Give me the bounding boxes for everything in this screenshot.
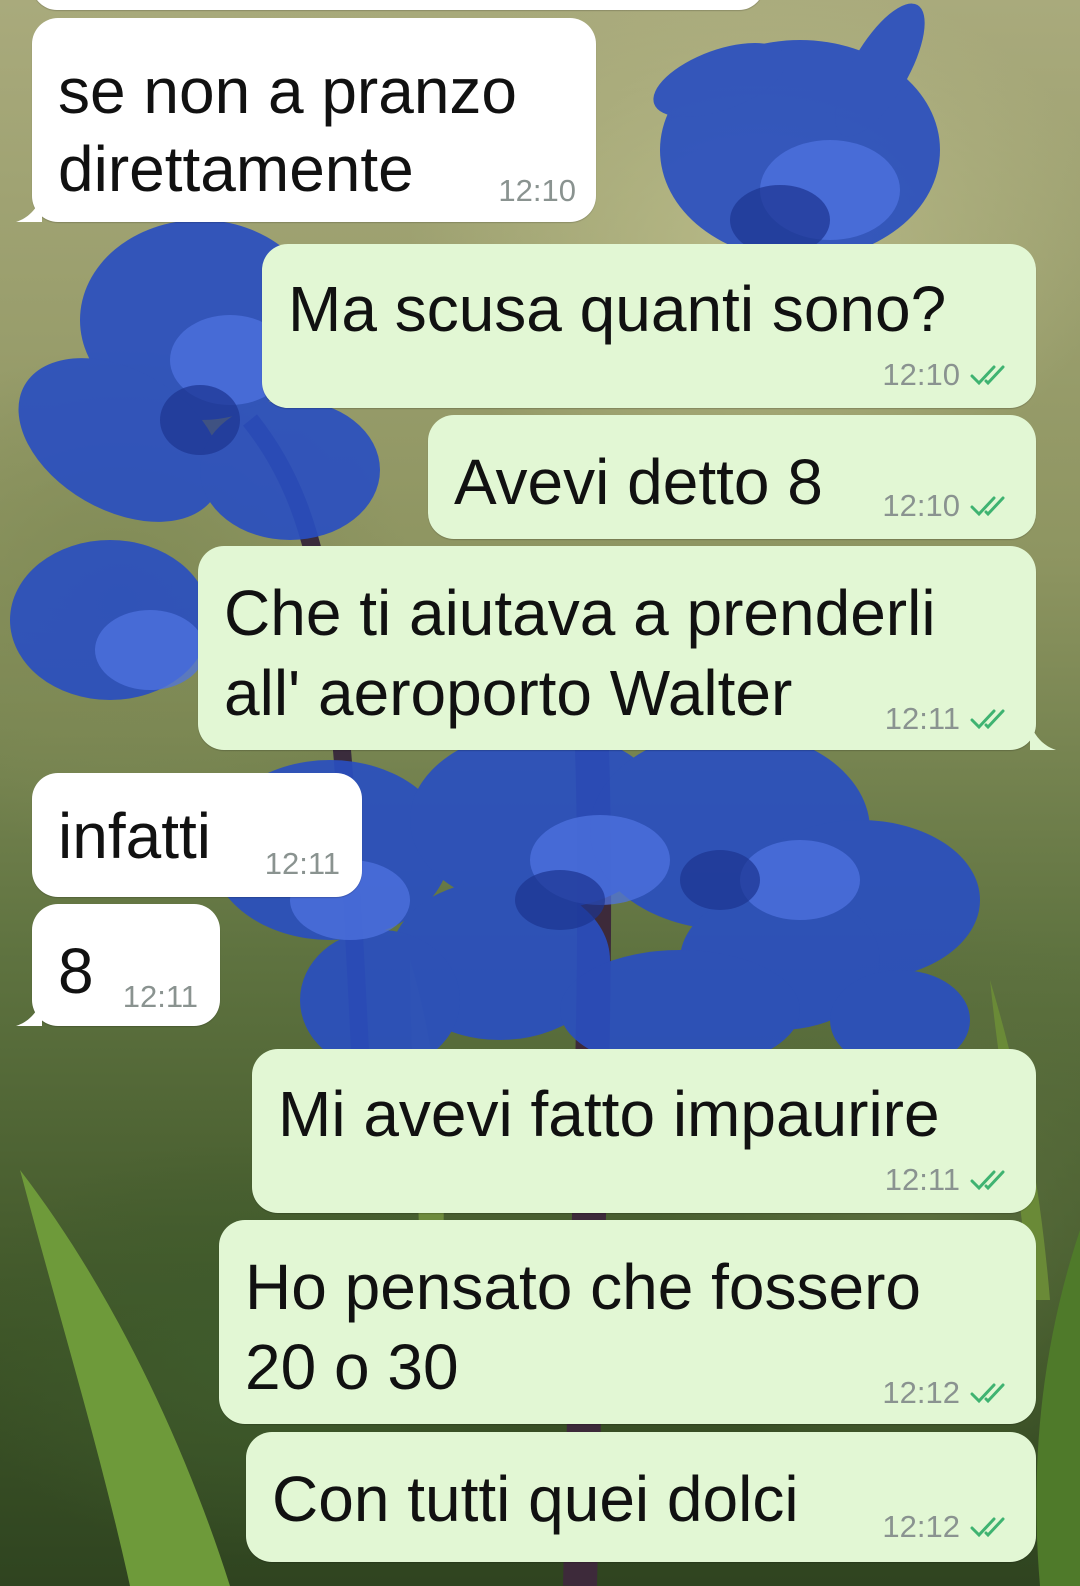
message-bubble-outgoing[interactable]: Che ti aiutava a prenderli all' aeroport… xyxy=(198,546,1036,750)
message-bubble-incoming[interactable]: 8 12:11 xyxy=(32,904,220,1026)
message-text-line: se non a pranzo xyxy=(58,55,517,127)
message-text-line: all' aeroporto Walter xyxy=(224,657,793,729)
message-timestamp: 12:11 xyxy=(884,701,960,736)
double-check-icon xyxy=(970,1170,1005,1191)
message-bubble-outgoing[interactable]: Ma scusa quanti sono? 12:10 xyxy=(262,244,1036,408)
bubble-tail xyxy=(1030,724,1056,750)
message-text-line: 8 xyxy=(58,935,94,1007)
bubble-tail xyxy=(16,1000,42,1026)
message-text-line: direttamente xyxy=(58,133,414,205)
message-meta: 12:12 xyxy=(882,1376,1016,1410)
bubble-tail xyxy=(16,196,42,222)
message-bubble-outgoing[interactable]: Avevi detto 8 12:10 xyxy=(428,415,1036,539)
message-timestamp: 12:10 xyxy=(498,173,576,208)
message-meta: 12:10 xyxy=(498,174,576,208)
message-meta: 12:11 xyxy=(123,980,198,1014)
message-timestamp: 12:11 xyxy=(884,1162,960,1197)
message-meta: 12:11 xyxy=(885,1163,1016,1197)
message-text-line: Che ti aiutava a prenderli xyxy=(224,577,936,649)
message-text-line: Ho pensato che fossero xyxy=(245,1251,921,1323)
message-bubble-partial xyxy=(32,0,764,10)
message-timestamp: 12:12 xyxy=(882,1509,960,1544)
message-meta: 12:11 xyxy=(885,702,1016,736)
message-bubble-incoming[interactable]: se non a pranzo direttamente 12:10 xyxy=(32,18,596,222)
message-timestamp: 12:12 xyxy=(882,1375,960,1410)
double-check-icon xyxy=(970,1517,1005,1538)
message-text-line: Con tutti quei dolci xyxy=(272,1463,799,1535)
message-bubble-outgoing[interactable]: Mi avevi fatto impaurire 12:11 xyxy=(252,1049,1036,1213)
double-check-icon xyxy=(970,496,1005,517)
message-text-line: 20 o 30 xyxy=(245,1331,459,1403)
double-check-icon xyxy=(970,365,1005,386)
message-text-line: Avevi detto 8 xyxy=(454,446,823,518)
message-meta: 12:12 xyxy=(882,1510,1016,1544)
message-bubble-incoming[interactable]: infatti 12:11 xyxy=(32,773,362,897)
message-timestamp: 12:10 xyxy=(882,488,960,523)
message-timestamp: 12:11 xyxy=(264,846,340,881)
double-check-icon xyxy=(970,709,1005,730)
message-text-line: Mi avevi fatto impaurire xyxy=(278,1078,940,1150)
message-text-line: infatti xyxy=(58,800,211,872)
message-text-line: Ma scusa quanti sono? xyxy=(288,273,947,345)
message-bubble-outgoing[interactable]: Con tutti quei dolci 12:12 xyxy=(246,1432,1036,1562)
double-check-icon xyxy=(970,1383,1005,1404)
message-timestamp: 12:11 xyxy=(122,979,198,1014)
message-timestamp: 12:10 xyxy=(882,357,960,392)
message-meta: 12:10 xyxy=(882,489,1016,523)
message-meta: 12:10 xyxy=(882,358,1016,392)
message-meta: 12:11 xyxy=(265,847,340,881)
message-bubble-outgoing[interactable]: Ho pensato che fossero 20 o 30 12:12 xyxy=(219,1220,1036,1424)
